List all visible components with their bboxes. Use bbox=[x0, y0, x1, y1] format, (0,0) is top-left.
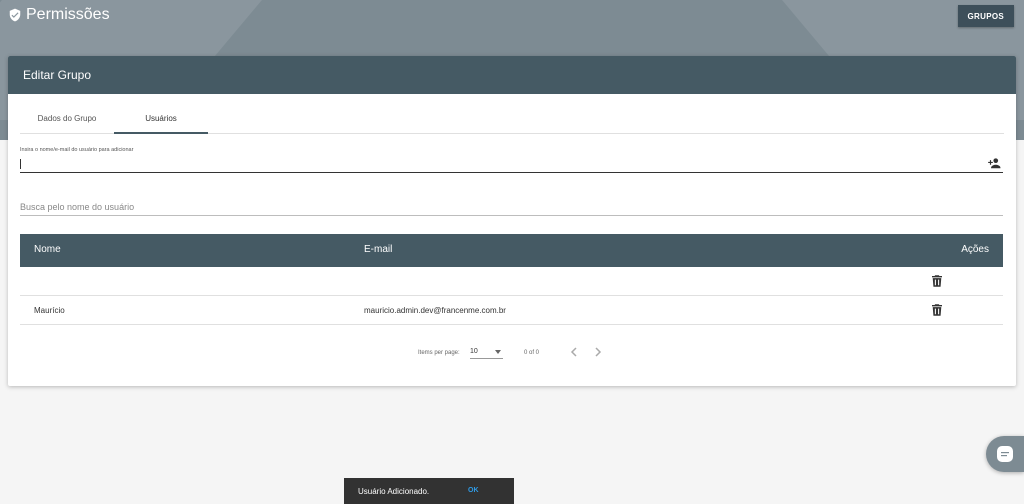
person-add-icon[interactable] bbox=[987, 157, 1001, 169]
add-user-label: Insira o nome/e-mail do usuário para adi… bbox=[20, 147, 134, 153]
chat-icon bbox=[997, 446, 1013, 462]
app-title: Permissões bbox=[8, 6, 110, 24]
add-user-input[interactable] bbox=[20, 156, 1003, 173]
page-range: 0 of 0 bbox=[524, 350, 540, 356]
chevron-left-icon[interactable] bbox=[568, 346, 580, 358]
tab-bar: Dados do Grupo Usuários bbox=[20, 108, 1004, 134]
column-header-actions: Ações bbox=[961, 244, 989, 255]
users-table: Nome E-mail Ações Maurício mauricio.admi… bbox=[20, 234, 1003, 325]
cell-email: mauricio.admin.dev@francenme.com.br bbox=[364, 306, 506, 315]
page-size-value: 10 bbox=[470, 348, 478, 355]
groups-button[interactable]: GRUPOS bbox=[957, 5, 1014, 27]
tab-users[interactable]: Usuários bbox=[114, 108, 208, 134]
snackbar-message: Usuário Adicionado. bbox=[358, 486, 430, 496]
card-header: Editar Grupo bbox=[8, 56, 1016, 94]
chat-button[interactable] bbox=[986, 436, 1024, 472]
cell-name: Maurício bbox=[34, 306, 65, 315]
search-user-input[interactable]: Busca pelo nome do usuário bbox=[20, 200, 1003, 216]
table-header: Nome E-mail Ações bbox=[20, 234, 1003, 267]
page-size-select[interactable]: 10 bbox=[470, 346, 503, 359]
app-title-text: Permissões bbox=[26, 6, 110, 23]
items-per-page-label: Items per page: bbox=[418, 350, 460, 356]
chevron-right-icon[interactable] bbox=[592, 346, 604, 358]
shield-icon bbox=[9, 8, 21, 22]
column-header-name: Nome bbox=[34, 244, 61, 255]
column-header-email: E-mail bbox=[364, 244, 393, 255]
caret-down-icon bbox=[495, 350, 501, 354]
delete-icon[interactable] bbox=[932, 304, 942, 316]
text-cursor bbox=[20, 159, 21, 169]
snackbar: Usuário Adicionado. OK bbox=[344, 478, 514, 504]
snackbar-ok-button[interactable]: OK bbox=[468, 487, 479, 494]
table-row bbox=[20, 267, 1003, 296]
table-row: Maurício mauricio.admin.dev@francenme.co… bbox=[20, 296, 1003, 325]
card-title: Editar Grupo bbox=[23, 68, 92, 82]
delete-icon[interactable] bbox=[932, 275, 942, 287]
paginator: Items per page: 10 0 of 0 bbox=[8, 346, 1016, 362]
tab-group-data[interactable]: Dados do Grupo bbox=[20, 108, 114, 134]
edit-group-card: Editar Grupo Dados do Grupo Usuários Ins… bbox=[8, 56, 1016, 386]
